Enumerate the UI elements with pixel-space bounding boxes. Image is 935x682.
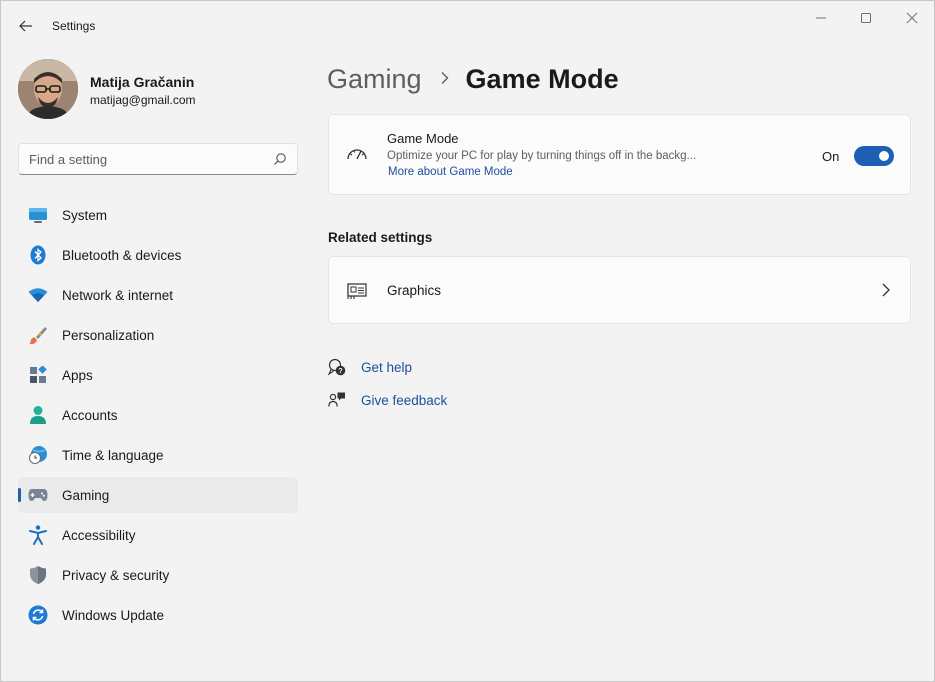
game-mode-toggle[interactable]	[854, 146, 894, 166]
svg-text:?: ?	[338, 368, 342, 375]
avatar[interactable]	[18, 59, 78, 119]
person-icon	[28, 405, 48, 425]
sidebar-item-label: Personalization	[62, 328, 155, 343]
toggle-state-label: On	[822, 149, 840, 164]
selection-indicator	[18, 488, 21, 502]
sidebar-item-apps[interactable]: Apps	[18, 357, 298, 393]
graphics-card-icon	[347, 283, 367, 299]
search-icon[interactable]	[273, 152, 287, 166]
minimize-icon	[816, 17, 826, 19]
wifi-icon	[28, 285, 48, 305]
app-title: Settings	[52, 19, 96, 33]
get-help-label[interactable]: Get help	[361, 360, 412, 375]
sidebar-item-label: Privacy & security	[62, 568, 170, 583]
user-photo-icon	[18, 59, 78, 119]
refresh-icon	[28, 605, 48, 625]
sidebar-item-label: Apps	[62, 368, 93, 383]
sidebar-item-windows-update[interactable]: Windows Update	[18, 597, 298, 633]
sidebar-item-gaming[interactable]: Gaming	[18, 477, 298, 513]
sidebar-item-label: Bluetooth & devices	[62, 248, 182, 263]
close-icon	[906, 12, 918, 24]
graphics-card[interactable]: Graphics	[328, 256, 911, 324]
search-input[interactable]: Find a setting	[29, 152, 107, 167]
minimize-button[interactable]	[810, 7, 832, 29]
user-name: Matija Gračanin	[90, 74, 195, 90]
feedback-icon	[328, 392, 345, 407]
sidebar-item-accounts[interactable]: Accounts	[18, 397, 298, 433]
apps-icon	[28, 365, 48, 385]
give-feedback-link[interactable]: Give feedback	[328, 390, 447, 410]
title-bar: Settings	[1, 1, 934, 49]
breadcrumb: Gaming Game Mode	[327, 59, 619, 99]
sidebar-item-time-language[interactable]: Time & language	[18, 437, 298, 473]
sidebar-item-bluetooth[interactable]: Bluetooth & devices	[18, 237, 298, 273]
get-help-link[interactable]: ? Get help	[328, 357, 412, 377]
settings-window: Settings Matija Gračanin matijag@gmail.c…	[0, 0, 935, 682]
help-icon: ?	[328, 358, 346, 376]
related-settings-heading: Related settings	[328, 230, 433, 245]
sidebar-item-accessibility[interactable]: Accessibility	[18, 517, 298, 553]
game-mode-icon	[347, 149, 367, 160]
gamepad-icon	[28, 485, 48, 505]
sidebar-item-label: System	[62, 208, 108, 223]
game-mode-card: Game Mode Optimize your PC for play by t…	[328, 114, 911, 195]
bluetooth-icon	[28, 245, 48, 265]
brush-icon	[28, 325, 48, 345]
sidebar-item-label: Accounts	[62, 408, 118, 423]
graphics-label: Graphics	[387, 283, 442, 298]
more-about-game-mode-link[interactable]: More about Game Mode	[388, 166, 513, 178]
sidebar-item-label: Gaming	[62, 488, 110, 503]
globe-clock-icon	[28, 445, 48, 465]
system-icon	[28, 205, 48, 225]
sidebar-item-system[interactable]: System	[18, 197, 298, 233]
maximize-icon	[861, 13, 871, 23]
shield-icon	[28, 565, 48, 585]
sidebar-item-label: Accessibility	[62, 528, 136, 543]
sidebar-item-network[interactable]: Network & internet	[18, 277, 298, 313]
page-title: Game Mode	[465, 63, 619, 94]
maximize-button[interactable]	[855, 7, 877, 29]
close-button[interactable]	[901, 7, 923, 29]
sidebar-item-personalization[interactable]: Personalization	[18, 317, 298, 353]
sidebar-item-label: Network & internet	[62, 288, 174, 303]
chevron-right-icon	[882, 283, 890, 297]
accessibility-icon	[28, 525, 48, 545]
toggle-knob	[879, 151, 889, 161]
give-feedback-label[interactable]: Give feedback	[361, 393, 447, 408]
breadcrumb-parent[interactable]: Gaming	[327, 64, 422, 95]
game-mode-description: Optimize your PC for play by turning thi…	[387, 150, 697, 162]
search-box[interactable]: Find a setting	[18, 143, 298, 175]
back-arrow-icon	[19, 20, 32, 32]
sidebar-item-label: Windows Update	[62, 608, 165, 623]
back-button[interactable]	[15, 15, 37, 37]
sidebar-nav: System Bluetooth & devices Network & int…	[18, 197, 298, 637]
game-mode-title: Game Mode	[387, 131, 459, 146]
chevron-right-icon	[440, 69, 450, 90]
sidebar-item-label: Time & language	[62, 448, 164, 463]
sidebar-item-privacy[interactable]: Privacy & security	[18, 557, 298, 593]
user-email: matijag@gmail.com	[90, 93, 196, 107]
